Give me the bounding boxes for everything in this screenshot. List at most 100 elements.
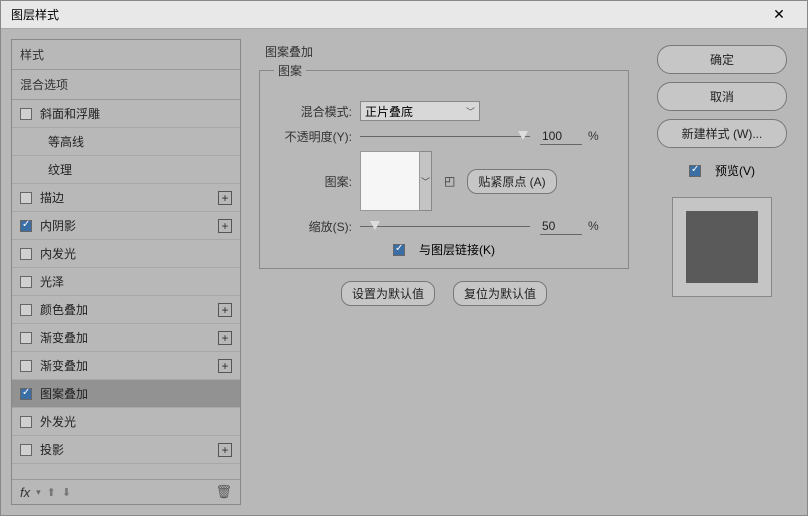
chevron-down-icon: ﹀	[466, 105, 475, 118]
style-checkbox[interactable]	[20, 304, 32, 316]
pattern-picker-caret[interactable]: ﹀	[420, 151, 432, 211]
scale-label: 缩放(S):	[274, 218, 352, 235]
preview-checkbox[interactable]	[689, 165, 701, 177]
style-checkbox[interactable]	[20, 360, 32, 372]
style-item[interactable]: 渐变叠加 +	[12, 324, 240, 352]
style-item[interactable]: 光泽	[12, 268, 240, 296]
style-item[interactable]: 图案叠加	[12, 380, 240, 408]
style-checkbox[interactable]	[20, 248, 32, 260]
pattern-fieldset: 图案 混合模式: 正片叠底 ﹀ 不透明度(Y): %	[259, 62, 629, 269]
action-panel: 确定 取消 新建样式 (W)... 预览(V)	[647, 39, 797, 505]
options-panel: 图案叠加 图案 混合模式: 正片叠底 ﹀ 不透明度(Y): %	[251, 39, 637, 505]
ok-button[interactable]: 确定	[657, 45, 787, 74]
slider-thumb[interactable]	[370, 221, 380, 230]
snap-origin-button[interactable]: 贴紧原点 (A)	[467, 169, 556, 194]
style-checkbox[interactable]	[20, 444, 32, 456]
opacity-input[interactable]	[540, 127, 582, 145]
default-buttons-row: 设置为默认值 复位为默认值	[259, 281, 629, 306]
style-item[interactable]: 外发光	[12, 408, 240, 436]
new-style-button[interactable]: 新建样式 (W)...	[657, 119, 787, 148]
opacity-slider[interactable]	[360, 129, 530, 143]
style-item[interactable]: 投影 +	[12, 436, 240, 464]
cancel-button[interactable]: 取消	[657, 82, 787, 111]
scale-row: 缩放(S): %	[274, 217, 614, 235]
preview-toggle-row: 预览(V)	[647, 162, 797, 179]
pattern-row: 图案: ﹀ ◰ 贴紧原点 (A)	[274, 151, 614, 211]
style-label: 外发光	[40, 413, 232, 430]
add-effect-icon[interactable]: +	[218, 303, 232, 317]
style-label: 斜面和浮雕	[40, 105, 232, 122]
trash-icon[interactable]: 🗑	[215, 484, 232, 500]
style-label: 描边	[40, 189, 214, 206]
style-label: 渐变叠加	[40, 329, 214, 346]
styles-header[interactable]: 样式	[12, 40, 240, 70]
style-checkbox[interactable]	[20, 108, 32, 120]
move-up-icon[interactable]: ⬆	[47, 486, 56, 499]
percent-label: %	[588, 219, 599, 233]
close-button[interactable]: ✕	[761, 1, 797, 29]
blend-options-header[interactable]: 混合选项	[12, 70, 240, 100]
style-item[interactable]: 等高线	[12, 128, 240, 156]
add-effect-icon[interactable]: +	[218, 443, 232, 457]
fx-label[interactable]: fx	[20, 485, 30, 500]
add-effect-icon[interactable]: +	[218, 331, 232, 345]
slider-thumb[interactable]	[518, 131, 528, 140]
style-label: 渐变叠加	[40, 357, 214, 374]
style-item[interactable]: 纹理	[12, 156, 240, 184]
style-item[interactable]: 描边 +	[12, 184, 240, 212]
add-effect-icon[interactable]: +	[218, 191, 232, 205]
preview-label: 预览(V)	[715, 162, 755, 179]
add-effect-icon[interactable]: +	[218, 219, 232, 233]
style-checkbox[interactable]	[20, 332, 32, 344]
chevron-down-icon[interactable]: ▾	[36, 487, 41, 498]
add-effect-icon[interactable]: +	[218, 359, 232, 373]
style-label: 投影	[40, 441, 214, 458]
preview-box	[672, 197, 772, 297]
style-item[interactable]: 内阴影 +	[12, 212, 240, 240]
fieldset-legend: 图案	[274, 62, 306, 79]
link-with-layer-label: 与图层链接(K)	[419, 241, 495, 258]
scale-slider[interactable]	[360, 219, 530, 233]
pattern-swatch[interactable]	[360, 151, 420, 211]
style-item[interactable]: 斜面和浮雕	[12, 100, 240, 128]
scale-input[interactable]	[540, 217, 582, 235]
style-checkbox[interactable]	[20, 220, 32, 232]
link-with-layer-checkbox[interactable]	[393, 244, 405, 256]
opacity-row: 不透明度(Y): %	[274, 127, 614, 145]
preview-swatch	[686, 211, 758, 283]
styles-list: 斜面和浮雕等高线纹理描边 + 内阴影 + 内发光光泽颜色叠加 + 渐变叠加 + 渐变叠加 + 图案叠…	[12, 100, 240, 464]
blend-mode-select[interactable]: 正片叠底 ﹀	[360, 101, 480, 121]
percent-label: %	[588, 129, 599, 143]
titlebar-title: 图层样式	[11, 6, 59, 23]
style-item[interactable]: 颜色叠加 +	[12, 296, 240, 324]
set-default-button[interactable]: 设置为默认值	[341, 281, 435, 306]
styles-footer: fx ▾ ⬆ ⬇ 🗑	[12, 479, 240, 504]
style-item[interactable]: 内发光	[12, 240, 240, 268]
style-item[interactable]: 渐变叠加 +	[12, 352, 240, 380]
style-label: 等高线	[48, 133, 232, 150]
style-label: 内阴影	[40, 217, 214, 234]
style-label: 颜色叠加	[40, 301, 214, 318]
blend-mode-row: 混合模式: 正片叠底 ﹀	[274, 101, 614, 121]
opacity-label: 不透明度(Y):	[274, 128, 352, 145]
blend-mode-value: 正片叠底	[365, 103, 413, 120]
link-row: 与图层链接(K)	[274, 241, 614, 258]
style-label: 内发光	[40, 245, 232, 262]
pattern-label: 图案:	[274, 173, 352, 190]
style-label: 光泽	[40, 273, 232, 290]
group-title: 图案叠加	[259, 43, 629, 60]
style-checkbox[interactable]	[20, 416, 32, 428]
create-pattern-icon[interactable]: ◰	[444, 174, 455, 188]
styles-list-panel: 样式 混合选项 斜面和浮雕等高线纹理描边 + 内阴影 + 内发光光泽颜色叠加 + 渐变叠加 +…	[11, 39, 241, 505]
reset-default-button[interactable]: 复位为默认值	[453, 281, 547, 306]
style-checkbox[interactable]	[20, 276, 32, 288]
dialog-body: 样式 混合选项 斜面和浮雕等高线纹理描边 + 内阴影 + 内发光光泽颜色叠加 + 渐变叠加 +…	[1, 29, 807, 515]
style-label: 图案叠加	[40, 385, 232, 402]
layer-style-dialog: 图层样式 ✕ 样式 混合选项 斜面和浮雕等高线纹理描边 + 内阴影 + 内发光光泽颜色叠…	[0, 0, 808, 516]
move-down-icon[interactable]: ⬇	[62, 486, 71, 499]
titlebar: 图层样式 ✕	[1, 1, 807, 29]
style-checkbox[interactable]	[20, 388, 32, 400]
style-label: 纹理	[48, 161, 232, 178]
style-checkbox[interactable]	[20, 192, 32, 204]
blend-mode-label: 混合模式:	[274, 103, 352, 120]
